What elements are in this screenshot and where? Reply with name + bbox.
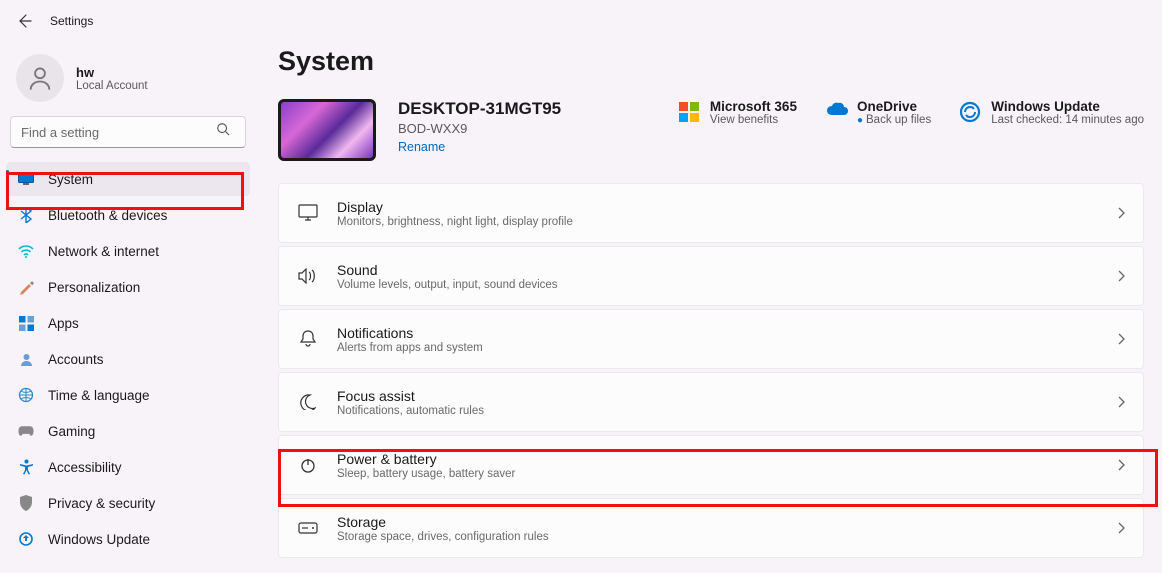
arrow-left-icon — [16, 13, 32, 29]
device-info: DESKTOP-31MGT95 BOD-WXX9 Rename — [398, 99, 656, 156]
nav-update[interactable]: Windows Update — [6, 522, 250, 556]
update-card[interactable]: Windows Update Last checked: 14 minutes … — [959, 99, 1144, 126]
update-title: Windows Update — [991, 99, 1144, 114]
nav-accounts[interactable]: Accounts — [6, 342, 250, 376]
nav-network[interactable]: Network & internet — [6, 234, 250, 268]
display-icon — [297, 204, 319, 222]
nav-personalization[interactable]: Personalization — [6, 270, 250, 304]
chevron-right-icon — [1117, 207, 1125, 219]
nav-time[interactable]: Time & language — [6, 378, 250, 412]
bell-icon — [297, 330, 319, 348]
update-sub: Last checked: 14 minutes ago — [991, 114, 1144, 126]
brush-icon — [18, 279, 34, 295]
nav-label: Accessibility — [48, 460, 122, 475]
nav-gaming[interactable]: Gaming — [6, 414, 250, 448]
nav-label: Network & internet — [48, 244, 159, 259]
chevron-right-icon — [1117, 459, 1125, 471]
onedrive-icon — [825, 101, 847, 123]
nav-system[interactable]: System — [6, 162, 250, 196]
system-icon — [18, 171, 34, 187]
onedrive-title: OneDrive — [857, 99, 931, 114]
user-sub: Local Account — [76, 80, 148, 92]
chevron-right-icon — [1117, 333, 1125, 345]
storage-icon — [297, 522, 319, 534]
wifi-icon — [18, 243, 34, 259]
user-block[interactable]: hw Local Account — [4, 50, 252, 116]
setting-title: Sound — [337, 262, 1117, 278]
nav-accessibility[interactable]: Accessibility — [6, 450, 250, 484]
setting-title: Storage — [337, 514, 1117, 530]
user-name: hw — [76, 65, 148, 80]
device-model: BOD-WXX9 — [398, 121, 656, 136]
update-icon — [18, 531, 34, 547]
chevron-right-icon — [1117, 522, 1125, 534]
nav-label: Windows Update — [48, 532, 150, 547]
gamepad-icon — [18, 423, 34, 439]
chevron-right-icon — [1117, 396, 1125, 408]
nav-label: Time & language — [48, 388, 150, 403]
setting-notifications[interactable]: NotificationsAlerts from apps and system — [278, 309, 1144, 369]
nav-label: Apps — [48, 316, 79, 331]
setting-display[interactable]: DisplayMonitors, brightness, night light… — [278, 183, 1144, 243]
sidebar: hw Local Account System Bluetooth & devi… — [0, 42, 260, 573]
nav-apps[interactable]: Apps — [6, 306, 250, 340]
ms365-sub: View benefits — [710, 114, 797, 126]
page-title: System — [278, 46, 1144, 77]
setting-sub: Sleep, battery usage, battery saver — [337, 468, 1117, 480]
app-title: Settings — [50, 14, 93, 28]
device-thumbnail[interactable] — [278, 99, 376, 161]
search-input[interactable] — [10, 116, 246, 148]
nav-label: Gaming — [48, 424, 95, 439]
titlebar: Settings — [0, 0, 1162, 42]
setting-focus[interactable]: Focus assistNotifications, automatic rul… — [278, 372, 1144, 432]
nav-label: Bluetooth & devices — [48, 208, 167, 223]
ms365-card[interactable]: Microsoft 365 View benefits — [678, 99, 797, 126]
apps-icon — [18, 315, 34, 331]
person-icon — [26, 64, 54, 92]
setting-title: Power & battery — [337, 451, 1117, 467]
moon-icon — [297, 394, 319, 410]
accessibility-icon — [18, 459, 34, 475]
setting-sub: Monitors, brightness, night light, displ… — [337, 216, 1117, 228]
settings-list: DisplayMonitors, brightness, night light… — [278, 183, 1144, 558]
onedrive-card[interactable]: OneDrive ●Back up files — [825, 99, 931, 126]
rename-link[interactable]: Rename — [398, 140, 445, 154]
nav-bluetooth[interactable]: Bluetooth & devices — [6, 198, 250, 232]
content: System DESKTOP-31MGT95 BOD-WXX9 Rename M… — [260, 42, 1162, 573]
globe-clock-icon — [18, 387, 34, 403]
setting-sub: Volume levels, output, input, sound devi… — [337, 279, 1117, 291]
setting-power[interactable]: Power & batterySleep, battery usage, bat… — [278, 435, 1144, 495]
setting-title: Notifications — [337, 325, 1117, 341]
ms365-icon — [678, 101, 700, 123]
nav-label: System — [48, 172, 93, 187]
setting-sub: Alerts from apps and system — [337, 342, 1117, 354]
setting-title: Focus assist — [337, 388, 1117, 404]
power-icon — [297, 457, 319, 473]
setting-storage[interactable]: StorageStorage space, drives, configurat… — [278, 498, 1144, 558]
setting-sub: Storage space, drives, configuration rul… — [337, 531, 1117, 543]
setting-sub: Notifications, automatic rules — [337, 405, 1117, 417]
sound-icon — [297, 268, 319, 284]
setting-sound[interactable]: SoundVolume levels, output, input, sound… — [278, 246, 1144, 306]
avatar — [16, 54, 64, 102]
onedrive-sub: ●Back up files — [857, 114, 931, 126]
ms365-title: Microsoft 365 — [710, 99, 797, 114]
back-button[interactable] — [12, 9, 36, 33]
nav-label: Privacy & security — [48, 496, 155, 511]
windows-update-icon — [959, 101, 981, 123]
nav-list: System Bluetooth & devices Network & int… — [4, 162, 252, 556]
bluetooth-icon — [18, 207, 34, 223]
nav-label: Accounts — [48, 352, 104, 367]
accounts-icon — [18, 351, 34, 367]
nav-privacy[interactable]: Privacy & security — [6, 486, 250, 520]
nav-label: Personalization — [48, 280, 140, 295]
header-row: DESKTOP-31MGT95 BOD-WXX9 Rename Microsof… — [278, 99, 1144, 161]
setting-title: Display — [337, 199, 1117, 215]
device-name: DESKTOP-31MGT95 — [398, 99, 656, 119]
shield-icon — [18, 495, 34, 511]
chevron-right-icon — [1117, 270, 1125, 282]
